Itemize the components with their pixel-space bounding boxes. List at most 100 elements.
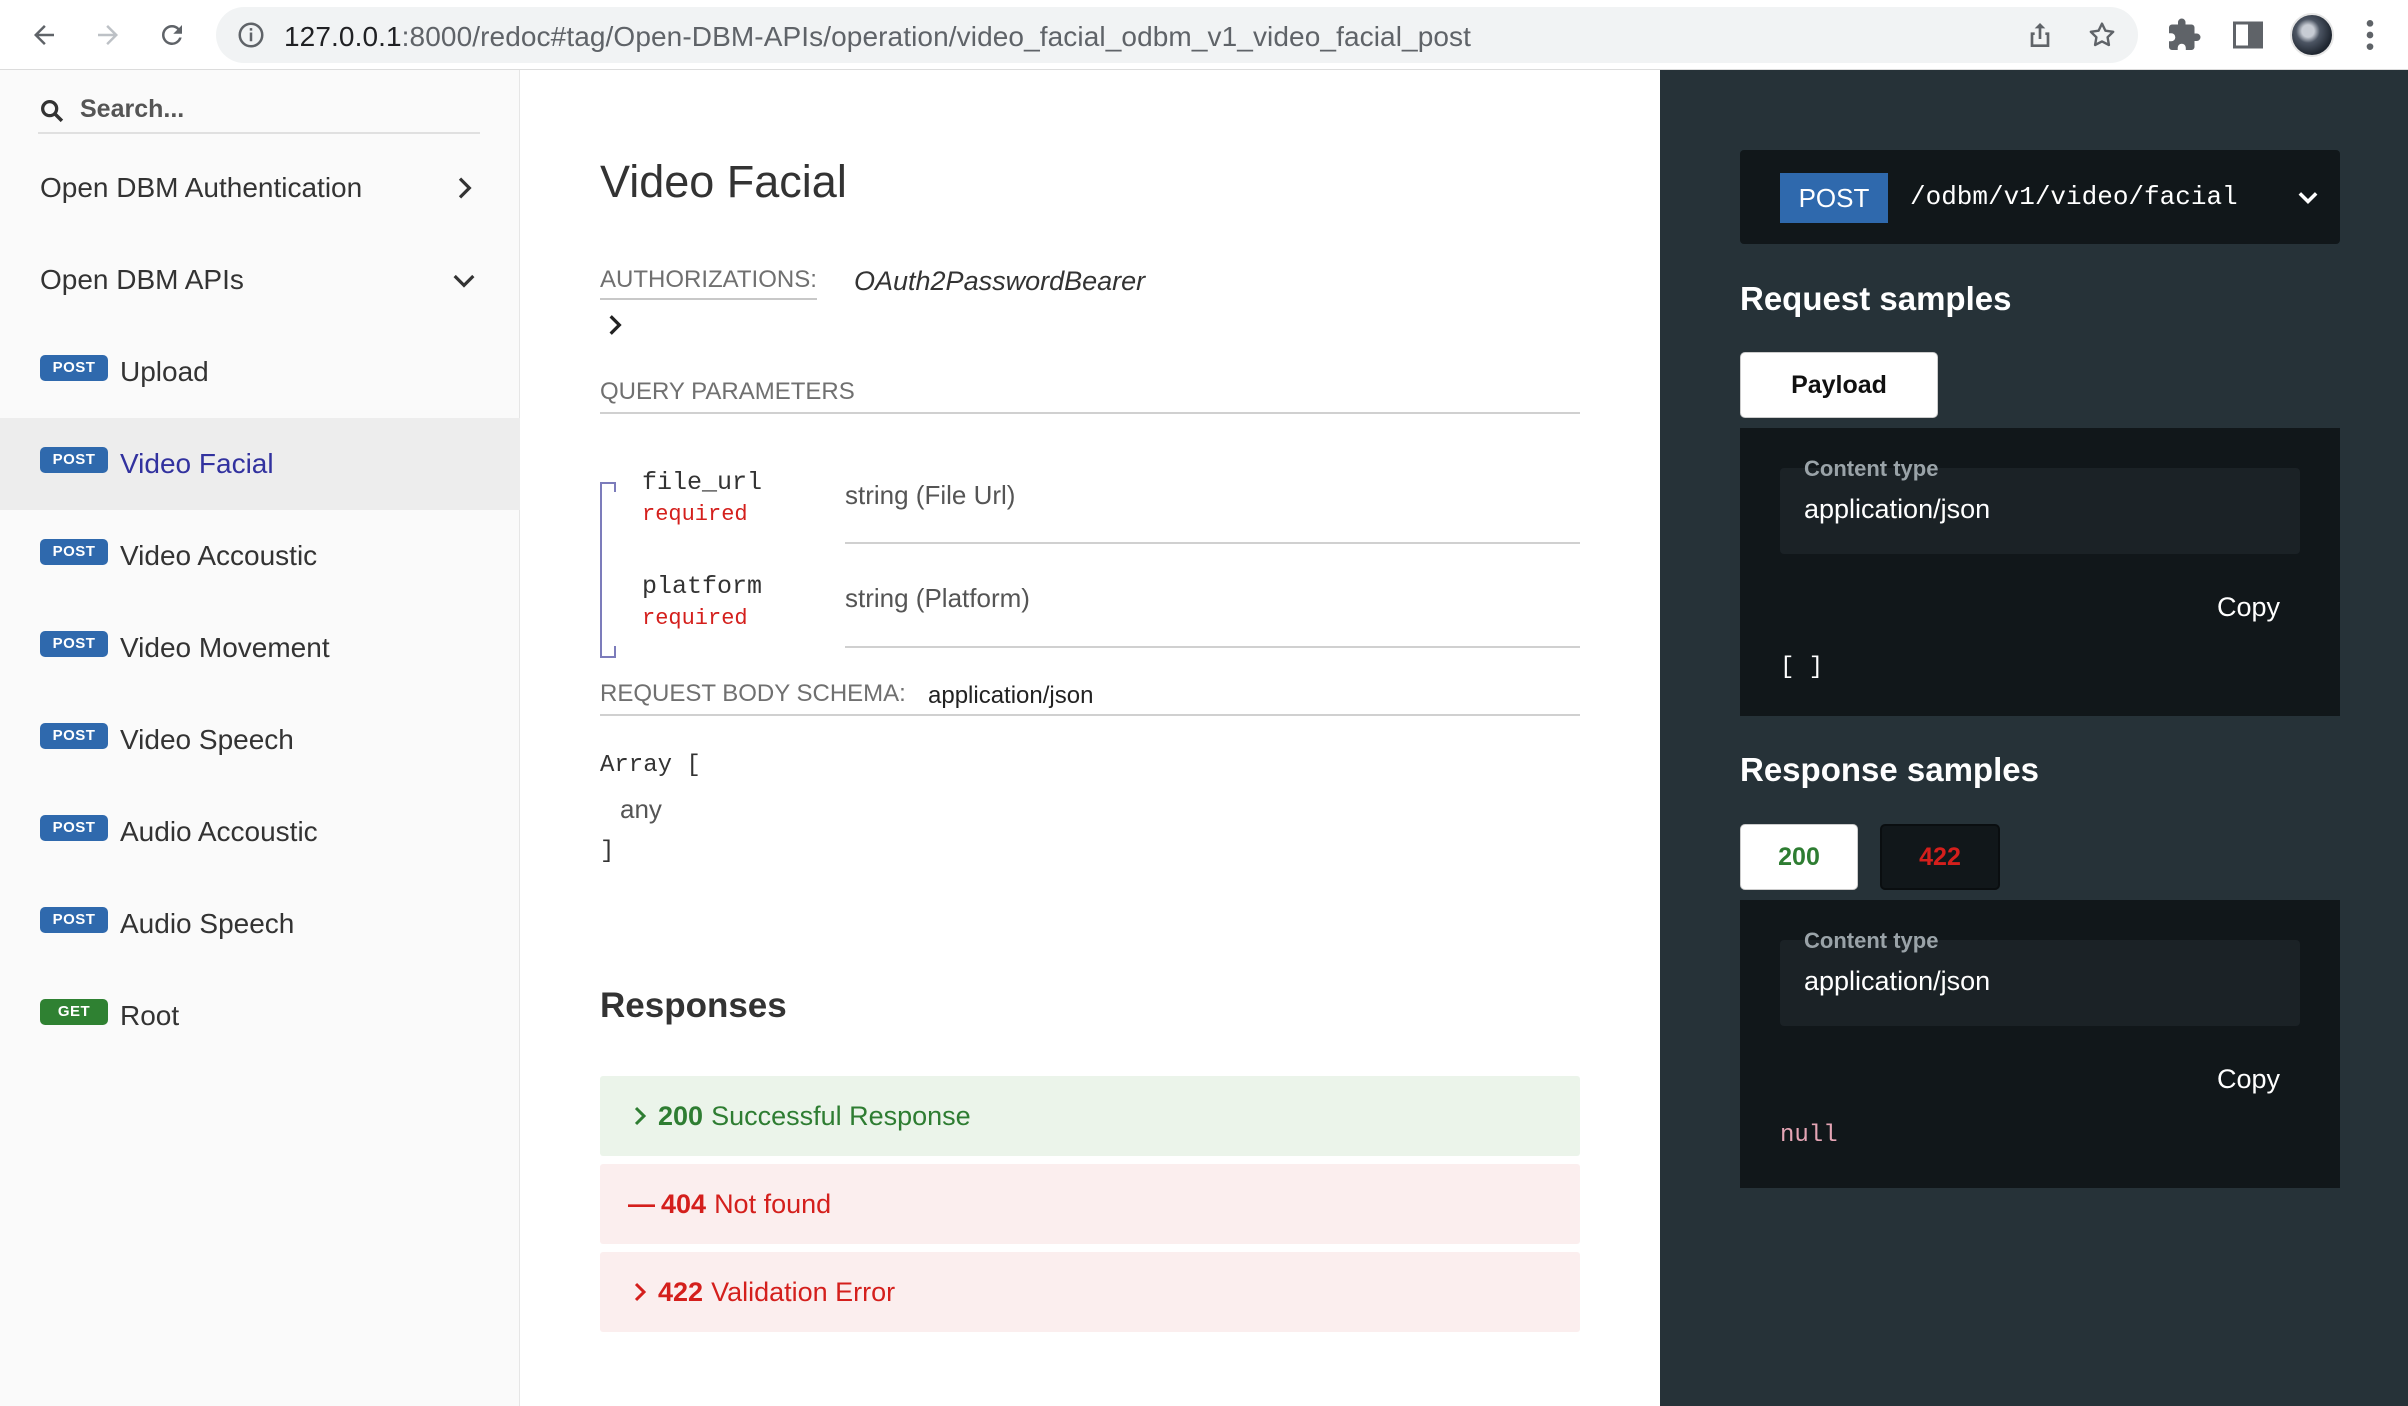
sidebar-item-root[interactable]: GET Root bbox=[0, 970, 520, 1062]
endpoint-toggle[interactable]: POST /odbm/v1/video/facial bbox=[1740, 150, 2340, 244]
profile-avatar[interactable] bbox=[2290, 13, 2334, 57]
reload-icon bbox=[162, 25, 182, 45]
sidebar-item-label: Audio Speech bbox=[120, 908, 295, 939]
param-type: string (Platform) bbox=[845, 583, 1030, 613]
sidebar-group-authentication[interactable]: Open DBM Authentication bbox=[0, 142, 520, 234]
chevron-right-icon bbox=[458, 177, 472, 199]
sidebar-item-audio-speech[interactable]: POST Audio Speech bbox=[0, 878, 520, 970]
chevron-right-icon bbox=[634, 1106, 647, 1126]
sidebar-item-label: Video Accoustic bbox=[120, 540, 318, 571]
request-sample-box: Content type application/json Copy [ ] bbox=[1740, 428, 2340, 716]
samples-panel: POST /odbm/v1/video/facial Request sampl… bbox=[1660, 70, 2408, 1406]
operation-content: Video Facial AUTHORIZATIONS: OAuth2Passw… bbox=[520, 70, 1660, 1406]
search-icon bbox=[41, 100, 64, 123]
method-badge: POST bbox=[40, 631, 108, 657]
content-type-label: Content type bbox=[1804, 928, 1939, 953]
param-name-file-url: file_url bbox=[642, 468, 763, 497]
method-badge: POST bbox=[40, 815, 108, 841]
response-code-sample: null bbox=[1780, 1122, 1838, 1149]
url-path: :8000/redoc#tag/Open-DBM-APIs/operation/… bbox=[401, 21, 1472, 52]
param-required: required bbox=[642, 606, 748, 631]
schema-item-type: any bbox=[620, 794, 662, 824]
param-divider bbox=[845, 646, 1580, 648]
responses-title: Responses bbox=[600, 986, 787, 1025]
forward-button[interactable] bbox=[88, 15, 128, 55]
sidebar-item-label: Video Movement bbox=[120, 632, 330, 663]
tab-response-422[interactable]: 422 bbox=[1880, 824, 2000, 890]
method-badge: POST bbox=[40, 539, 108, 565]
param-tree-line bbox=[600, 482, 602, 658]
chevron-down-icon bbox=[453, 274, 475, 288]
more-menu-icon[interactable] bbox=[2360, 15, 2380, 55]
response-code: 200 bbox=[658, 1100, 704, 1131]
param-divider bbox=[845, 542, 1580, 544]
info-icon[interactable] bbox=[236, 20, 266, 50]
sidebar-group-apis[interactable]: Open DBM APIs bbox=[0, 234, 520, 326]
param-name-platform: platform bbox=[642, 572, 763, 601]
sidebar-group-label: Open DBM APIs bbox=[40, 264, 244, 295]
browser-toolbar: 127.0.0.1:8000/redoc#tag/Open-DBM-APIs/o… bbox=[0, 0, 2408, 70]
response-code: 422 bbox=[658, 1276, 704, 1307]
sidebar-item-label: Video Speech bbox=[120, 724, 294, 755]
sidebar-group-label: Open DBM Authentication bbox=[40, 172, 363, 203]
param-required: required bbox=[642, 502, 748, 527]
sidebar-item-video-accoustic[interactable]: POST Video Accoustic bbox=[0, 510, 520, 602]
sidebar-item-video-facial[interactable]: POST Video Facial bbox=[0, 418, 520, 510]
response-text: Not found bbox=[714, 1188, 832, 1219]
side-panel-icon[interactable] bbox=[2230, 17, 2266, 53]
sidebar-item-label: Upload bbox=[120, 356, 209, 387]
endpoint-method: POST bbox=[1780, 173, 1888, 223]
param-tree-branch bbox=[614, 646, 616, 658]
sidebar: Open DBM Authentication Open DBM APIs PO… bbox=[0, 70, 520, 1406]
response-200[interactable]: 200 Successful Response bbox=[600, 1076, 1580, 1156]
copy-button[interactable]: Copy bbox=[2217, 1064, 2280, 1095]
page-title: Video Facial bbox=[600, 156, 847, 207]
authorizations-value: OAuth2PasswordBearer bbox=[854, 266, 1146, 296]
sidebar-item-label: Root bbox=[120, 1000, 180, 1031]
arrow-left-icon bbox=[34, 25, 54, 45]
sidebar-item-audio-accoustic[interactable]: POST Audio Accoustic bbox=[0, 786, 520, 878]
address-bar[interactable]: 127.0.0.1:8000/redoc#tag/Open-DBM-APIs/o… bbox=[216, 7, 2138, 63]
sidebar-item-label: Audio Accoustic bbox=[120, 816, 318, 847]
request-code-sample: [ ] bbox=[1780, 654, 1824, 681]
method-badge: POST bbox=[40, 447, 108, 473]
search-input[interactable] bbox=[80, 90, 470, 128]
sidebar-item-video-movement[interactable]: POST Video Movement bbox=[0, 602, 520, 694]
extensions-icon[interactable] bbox=[2166, 17, 2202, 53]
response-sample-box: Content type application/json Copy null bbox=[1740, 900, 2340, 1188]
chevron-right-icon bbox=[634, 1282, 647, 1302]
copy-button[interactable]: Copy bbox=[2217, 592, 2280, 623]
response-text: Successful Response bbox=[711, 1100, 971, 1131]
schema-array-close: ] bbox=[600, 838, 615, 865]
param-tree-branch bbox=[614, 482, 616, 492]
back-button[interactable] bbox=[24, 15, 64, 55]
tab-payload[interactable]: Payload bbox=[1740, 352, 1938, 418]
chevron-right-icon[interactable] bbox=[602, 312, 628, 338]
bookmark-star-icon[interactable] bbox=[2086, 19, 2118, 51]
share-icon[interactable] bbox=[2024, 19, 2056, 51]
url-text: 127.0.0.1:8000/redoc#tag/Open-DBM-APIs/o… bbox=[284, 21, 1471, 53]
response-text: Validation Error bbox=[711, 1276, 896, 1307]
arrow-right-icon bbox=[98, 25, 118, 45]
tab-response-200[interactable]: 200 bbox=[1740, 824, 1858, 890]
response-422[interactable]: 422 Validation Error bbox=[600, 1252, 1580, 1332]
method-badge: POST bbox=[40, 355, 108, 381]
chevron-down-icon bbox=[2298, 192, 2318, 204]
reload-button[interactable] bbox=[152, 15, 192, 55]
request-samples-heading: Request samples bbox=[1740, 280, 2012, 317]
request-body-type: application/json bbox=[928, 682, 1094, 709]
query-parameters-label: QUERY PARAMETERS bbox=[600, 378, 1580, 414]
content-type-label: Content type bbox=[1804, 456, 1939, 481]
authorizations-label: AUTHORIZATIONS: bbox=[600, 266, 817, 300]
response-samples-heading: Response samples bbox=[1740, 751, 2039, 788]
url-host: 127.0.0.1 bbox=[284, 21, 402, 52]
method-badge: POST bbox=[40, 907, 108, 933]
response-404[interactable]: — 404 Not found bbox=[600, 1164, 1580, 1244]
sidebar-item-upload[interactable]: POST Upload bbox=[0, 326, 520, 418]
content-type-box: Content type application/json bbox=[1780, 928, 2300, 1026]
sidebar-item-video-speech[interactable]: POST Video Speech bbox=[0, 694, 520, 786]
endpoint-path: /odbm/v1/video/facial bbox=[1910, 182, 2238, 212]
content-type-value: application/json bbox=[1804, 494, 1991, 524]
content-type-value: application/json bbox=[1804, 966, 1991, 996]
param-type: string (File Url) bbox=[845, 480, 1016, 510]
